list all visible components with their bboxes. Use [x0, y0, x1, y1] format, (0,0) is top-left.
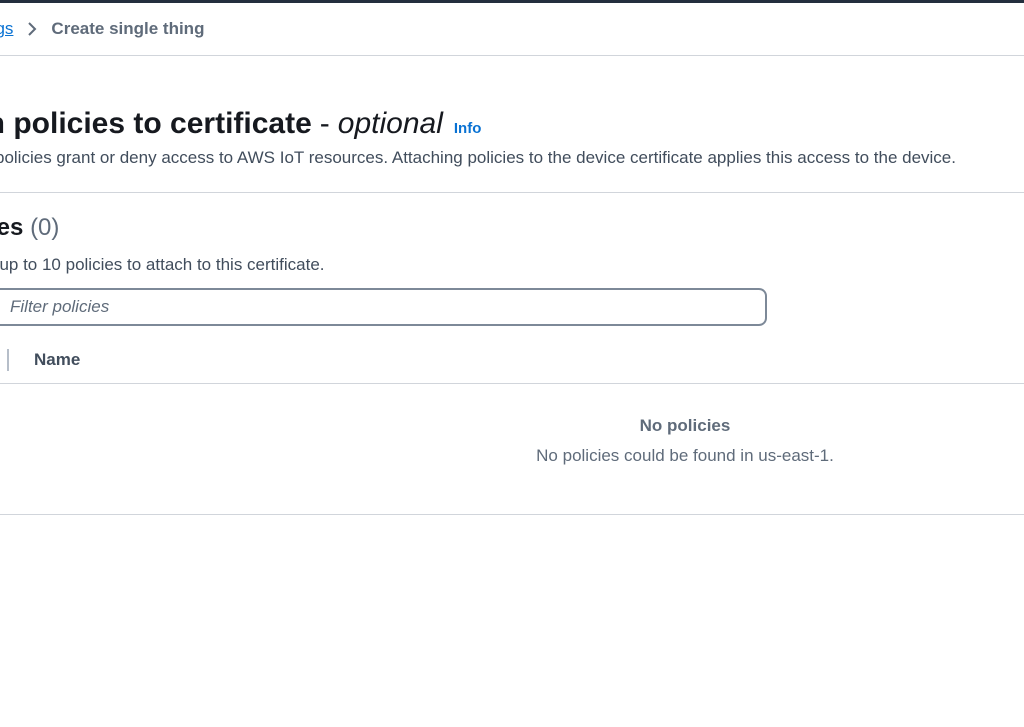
breadcrumb-current: Create single thing [51, 19, 205, 38]
policies-description: t up to 10 policies to attach to this ce… [0, 255, 325, 274]
section-divider [0, 192, 1024, 193]
info-link[interactable]: Info [454, 109, 482, 149]
title-optional: optional [337, 107, 443, 140]
breadcrumb: ngs Create single thing [0, 18, 204, 40]
filter-policies-input[interactable] [8, 296, 712, 318]
page-description: policies grant or deny access to AWS IoT… [0, 148, 956, 167]
policies-count: (0) [30, 214, 60, 241]
title-dash: - [319, 107, 330, 140]
empty-state-title: No policies [639, 416, 731, 435]
top-bar [0, 0, 1024, 3]
table-bottom-divider [0, 514, 1024, 515]
filter-policies-field[interactable] [0, 288, 767, 326]
page-title: ch policies to certificate - optional In… [0, 104, 481, 149]
table-header-divider [0, 383, 1024, 384]
column-header-name[interactable]: Name [34, 350, 80, 370]
column-divider[interactable] [7, 349, 9, 371]
policies-heading: icies (0) [0, 212, 59, 244]
breadcrumb-link-things[interactable]: ngs [0, 19, 13, 39]
policies-heading-text: icies [0, 214, 24, 241]
header-divider [0, 55, 1024, 56]
empty-state-description: No policies could be found in us-east-1. [536, 446, 834, 465]
chevron-right-icon [27, 21, 37, 37]
page-title-text: ch policies to certificate [0, 107, 312, 140]
